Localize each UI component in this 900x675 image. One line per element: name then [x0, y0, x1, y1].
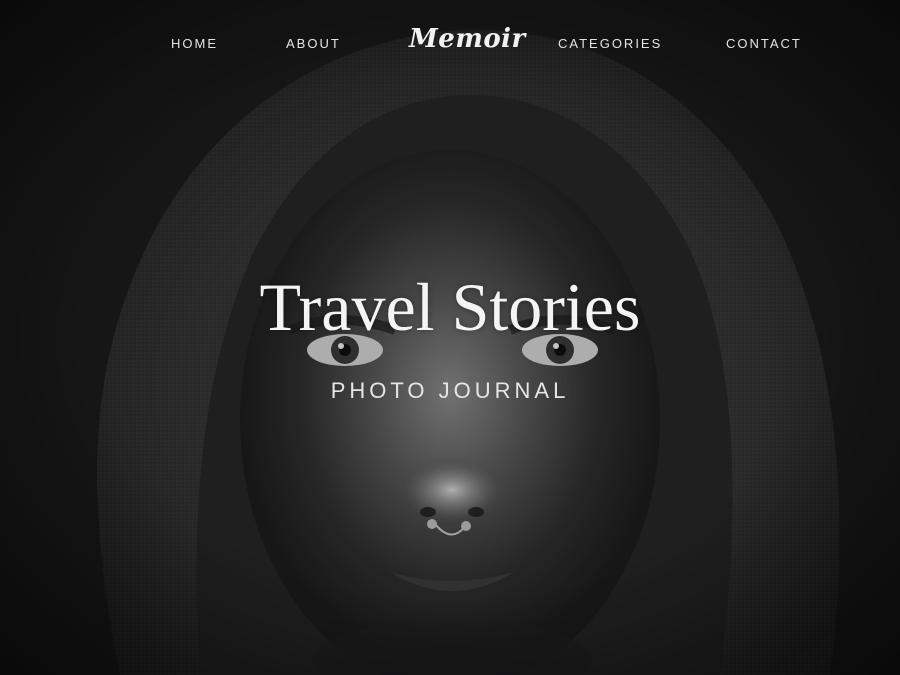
nav-about-link[interactable]: ABOUT: [286, 36, 341, 51]
hero-subtitle: PHOTO JOURNAL: [330, 378, 570, 403]
nav-categories-link[interactable]: CATEGORIES: [558, 36, 662, 51]
hero-title: Travel Stories: [259, 269, 641, 345]
main-navigation: HOME ABOUT Memoir CATEGORIES CONTACT: [0, 0, 900, 88]
nav-home-link[interactable]: HOME: [171, 36, 218, 51]
site-logo[interactable]: Memoir: [409, 24, 526, 54]
hero-section: HOME ABOUT Memoir CATEGORIES CONTACT Tra…: [0, 0, 900, 675]
nav-contact-link[interactable]: CONTACT: [726, 36, 802, 51]
